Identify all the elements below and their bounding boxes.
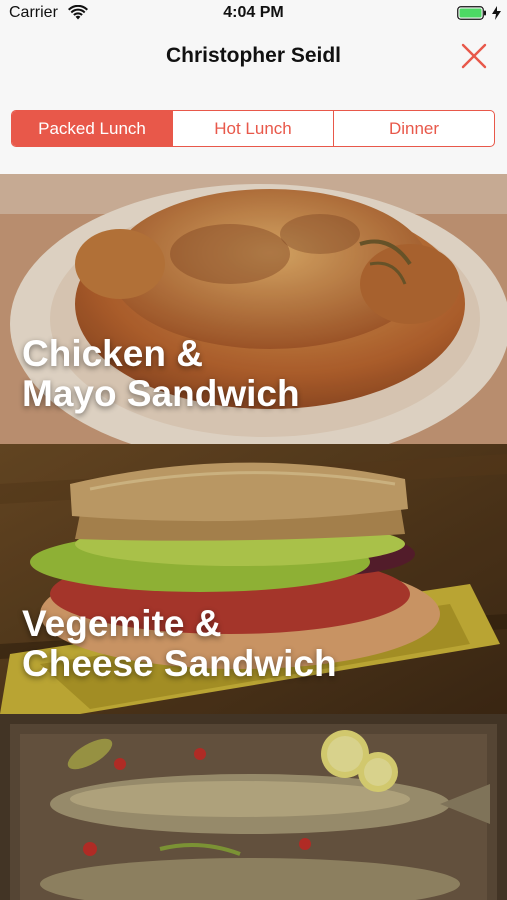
fish-image <box>0 714 507 900</box>
meal-card-vegemite-cheese[interactable]: Vegemite & Cheese Sandwich <box>0 444 507 714</box>
meal-card-chicken-mayo[interactable]: Chicken & Mayo Sandwich <box>0 174 507 444</box>
charging-icon <box>492 6 501 20</box>
meal-type-segmented-control: Packed Lunch Hot Lunch Dinner <box>11 110 495 147</box>
status-bar: Carrier 4:04 PM <box>0 0 507 28</box>
meal-card-fish[interactable] <box>0 714 507 900</box>
segment-packed-lunch[interactable]: Packed Lunch <box>12 111 172 146</box>
meal-title: Chicken & Mayo Sandwich <box>22 333 300 414</box>
clock: 4:04 PM <box>223 4 284 21</box>
navigation-bar: Christopher Seidl <box>0 28 507 90</box>
close-icon[interactable] <box>459 41 489 71</box>
segment-dinner[interactable]: Dinner <box>333 111 494 146</box>
battery-icon <box>457 6 486 20</box>
page-title: Christopher Seidl <box>165 44 342 67</box>
segment-hot-lunch[interactable]: Hot Lunch <box>172 111 333 146</box>
meal-title: Vegemite & Cheese Sandwich <box>22 603 337 684</box>
